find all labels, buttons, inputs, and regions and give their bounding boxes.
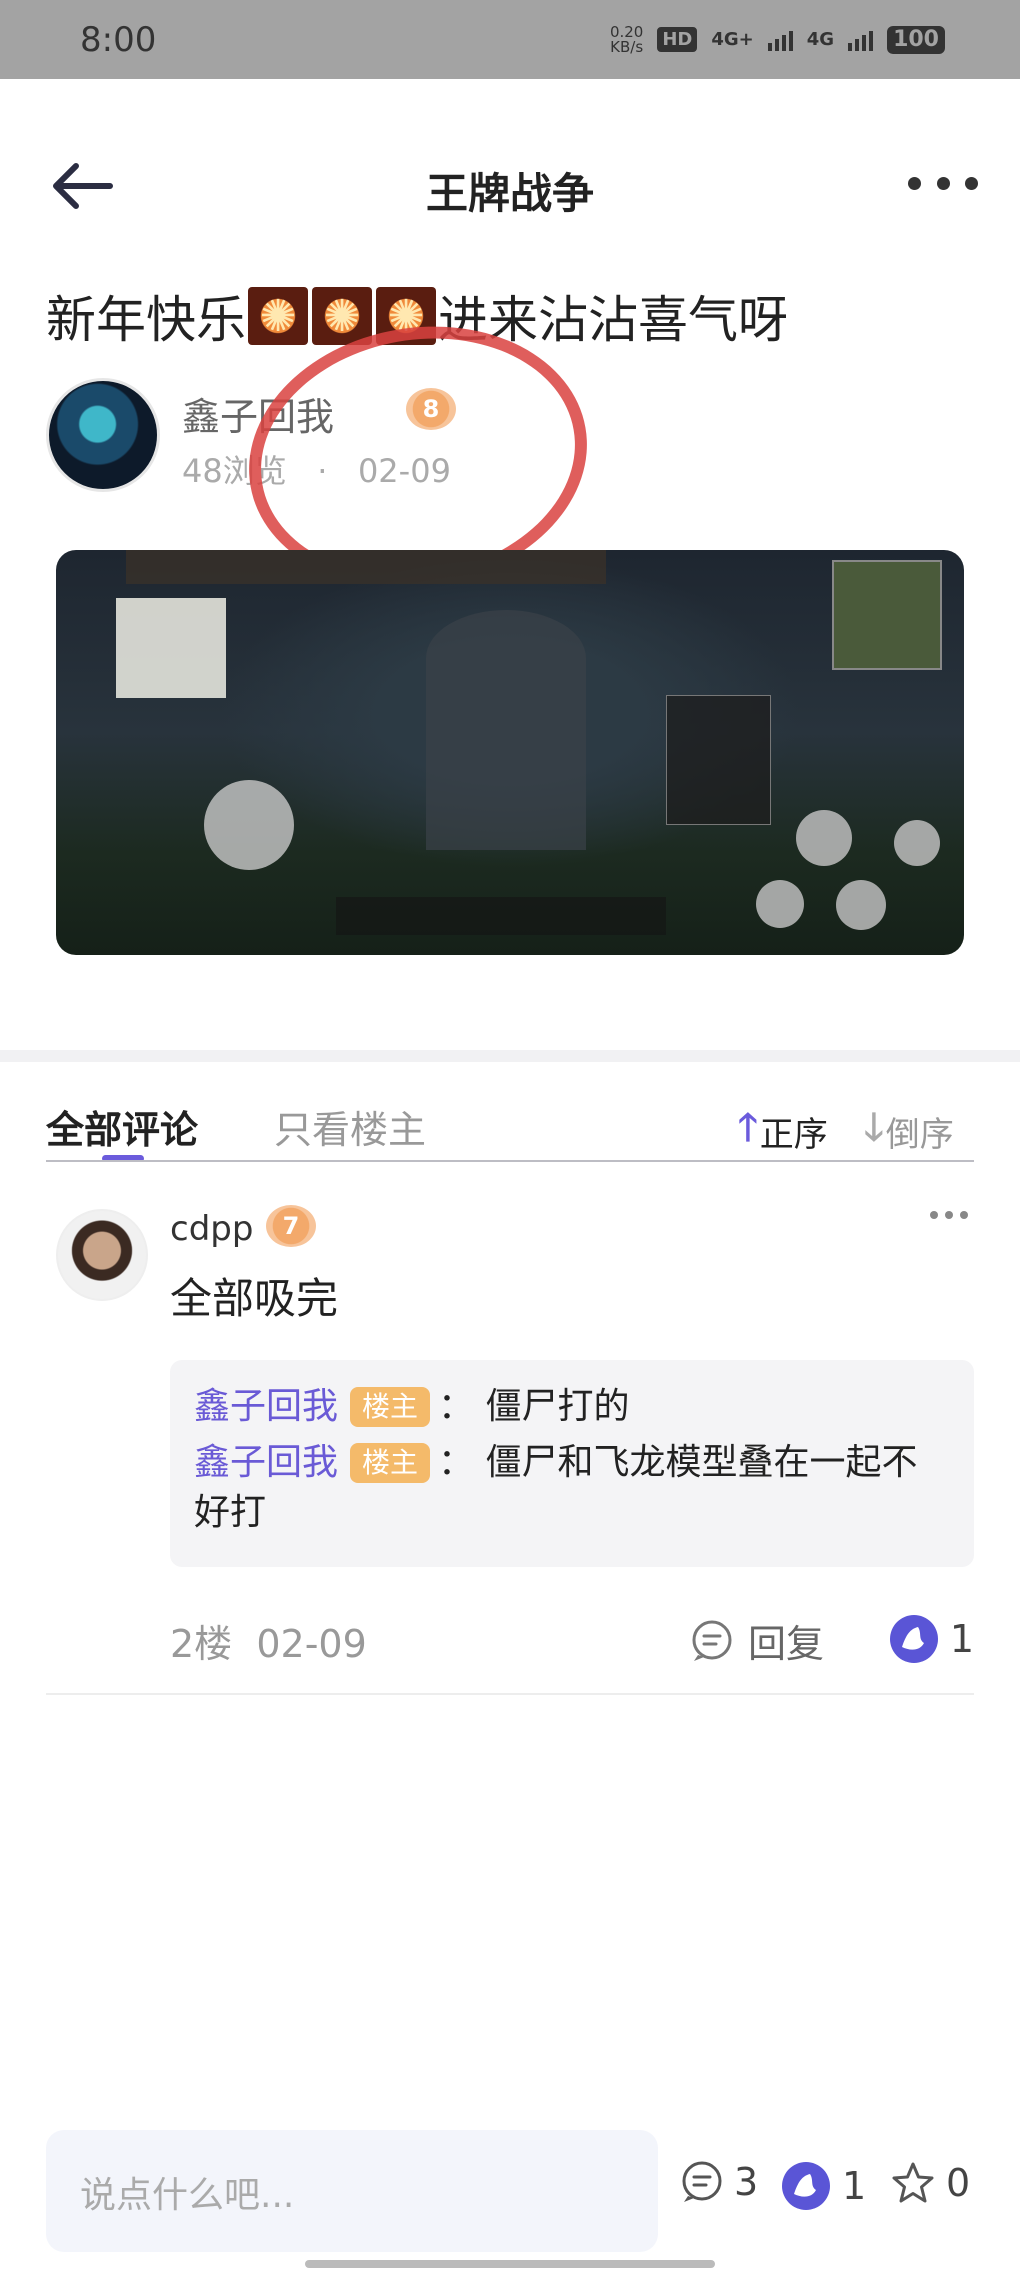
floor-number: 2楼 <box>170 1622 233 1666</box>
game-joystick <box>204 780 294 870</box>
sort-asc-label: 正序 <box>759 1115 828 1155</box>
like-button[interactable]: 1 <box>888 1613 974 1665</box>
game-hud-top <box>126 550 606 584</box>
home-indicator[interactable] <box>305 2260 715 2268</box>
stars-count: 0 <box>946 2161 971 2205</box>
reply-text: 僵尸打的 <box>485 1386 630 1427</box>
comment-text: 全部吸完 <box>170 1274 339 1323</box>
author-avatar[interactable] <box>46 378 160 492</box>
level-badge: 7 <box>266 1205 316 1247</box>
game-inventory <box>666 695 771 825</box>
net-speed: 0.20 KB/s <box>609 22 644 56</box>
game-button <box>836 880 886 930</box>
commenter-avatar[interactable] <box>56 1209 148 1301</box>
arrow-down-icon: 🡓 <box>864 1105 884 1149</box>
op-tag: 楼主 <box>350 1387 431 1427</box>
reply-colon: ： <box>438 1386 475 1427</box>
like-count: 1 <box>949 1617 974 1661</box>
likes-count: 1 <box>842 2164 867 2208</box>
game-button <box>796 810 852 866</box>
reply-colon: ： <box>438 1442 475 1483</box>
comment-floor-date: 2楼 02-09 <box>170 1613 367 1668</box>
tab-all-comments[interactable]: 全部评论 <box>46 1099 198 1154</box>
reply-author[interactable]: 鑫子回我 <box>194 1386 338 1427</box>
game-left-panel <box>116 598 226 698</box>
comments-button[interactable]: 3 <box>680 2160 758 2204</box>
game-scene <box>426 610 586 850</box>
reply-list[interactable]: 鑫子回我 楼主： 僵尸打的 鑫子回我 楼主： 僵尸和飞龙模型叠在一起不好打 <box>170 1360 974 1567</box>
comment-tabs: 全部评论 只看楼主 🡑 正序 🡓 倒序 <box>46 1095 974 1165</box>
status-icons: 0.20 KB/s HD 4G+ 4G 100 <box>609 22 945 56</box>
post-title-text: 新年快乐 <box>46 291 246 349</box>
status-time: 8:00 <box>80 19 157 60</box>
bottom-bar: 说点什么吧... 3 1 0 <box>0 2120 1020 2260</box>
reply-label: 回复 <box>748 1622 825 1666</box>
op-tag: 楼主 <box>350 1443 431 1483</box>
top-nav: 王牌战争 <box>0 130 1020 240</box>
comment-more-icon[interactable] <box>930 1211 968 1219</box>
comment-input[interactable]: 说点什么吧... <box>46 2130 658 2252</box>
game-minimap <box>832 560 942 670</box>
tabs-divider <box>46 1160 974 1162</box>
tab-only-op[interactable]: 只看楼主 <box>274 1099 426 1154</box>
game-button <box>756 880 804 928</box>
comment-bubble-icon <box>682 2161 722 2202</box>
like-icon <box>889 1615 938 1663</box>
signal-icon <box>767 29 793 51</box>
comment-bubble-icon <box>692 1620 732 1661</box>
game-button <box>894 820 940 866</box>
more-horizontal-icon[interactable] <box>908 168 978 198</box>
star-icon <box>892 2162 934 2203</box>
signal-icon-2 <box>848 29 874 51</box>
network-label-2: 4G <box>806 29 835 50</box>
arrow-up-icon: 🡑 <box>738 1105 758 1149</box>
firework-emoji-icon <box>312 287 372 345</box>
like-icon <box>782 2162 830 2210</box>
page-title: 王牌战争 <box>425 169 594 218</box>
network-label-1: 4G+ <box>711 29 754 50</box>
status-bar: 8:00 0.20 KB/s HD 4G+ 4G 100 <box>0 0 1020 79</box>
battery-icon: 100 <box>887 25 945 54</box>
commenter-name[interactable]: cdpp <box>170 1209 253 1249</box>
sort-desc-button[interactable]: 🡓 倒序 <box>864 1099 954 1164</box>
post-image[interactable] <box>56 550 964 955</box>
sort-asc-button[interactable]: 🡑 正序 <box>738 1099 828 1164</box>
reply-item: 鑫子回我 楼主： 僵尸打的 <box>194 1382 950 1432</box>
comment-date: 02-09 <box>256 1622 367 1666</box>
favorite-button[interactable]: 0 <box>890 2160 970 2206</box>
likes-button[interactable]: 1 <box>780 2160 866 2212</box>
sort-desc-label: 倒序 <box>885 1115 954 1155</box>
hd-icon: HD <box>657 27 698 52</box>
firework-emoji-icon <box>248 287 308 345</box>
section-divider <box>0 1050 1020 1062</box>
game-hotbar <box>336 897 666 935</box>
reply-author[interactable]: 鑫子回我 <box>194 1442 338 1483</box>
reply-item: 鑫子回我 楼主： 僵尸和飞龙模型叠在一起不好打 <box>194 1438 950 1538</box>
comments-count: 3 <box>734 2160 759 2204</box>
comment-footer: 2楼 02-09 回复 1 <box>170 1613 974 1673</box>
comment-separator <box>46 1693 974 1695</box>
reply-button[interactable]: 回复 <box>690 1613 824 1668</box>
